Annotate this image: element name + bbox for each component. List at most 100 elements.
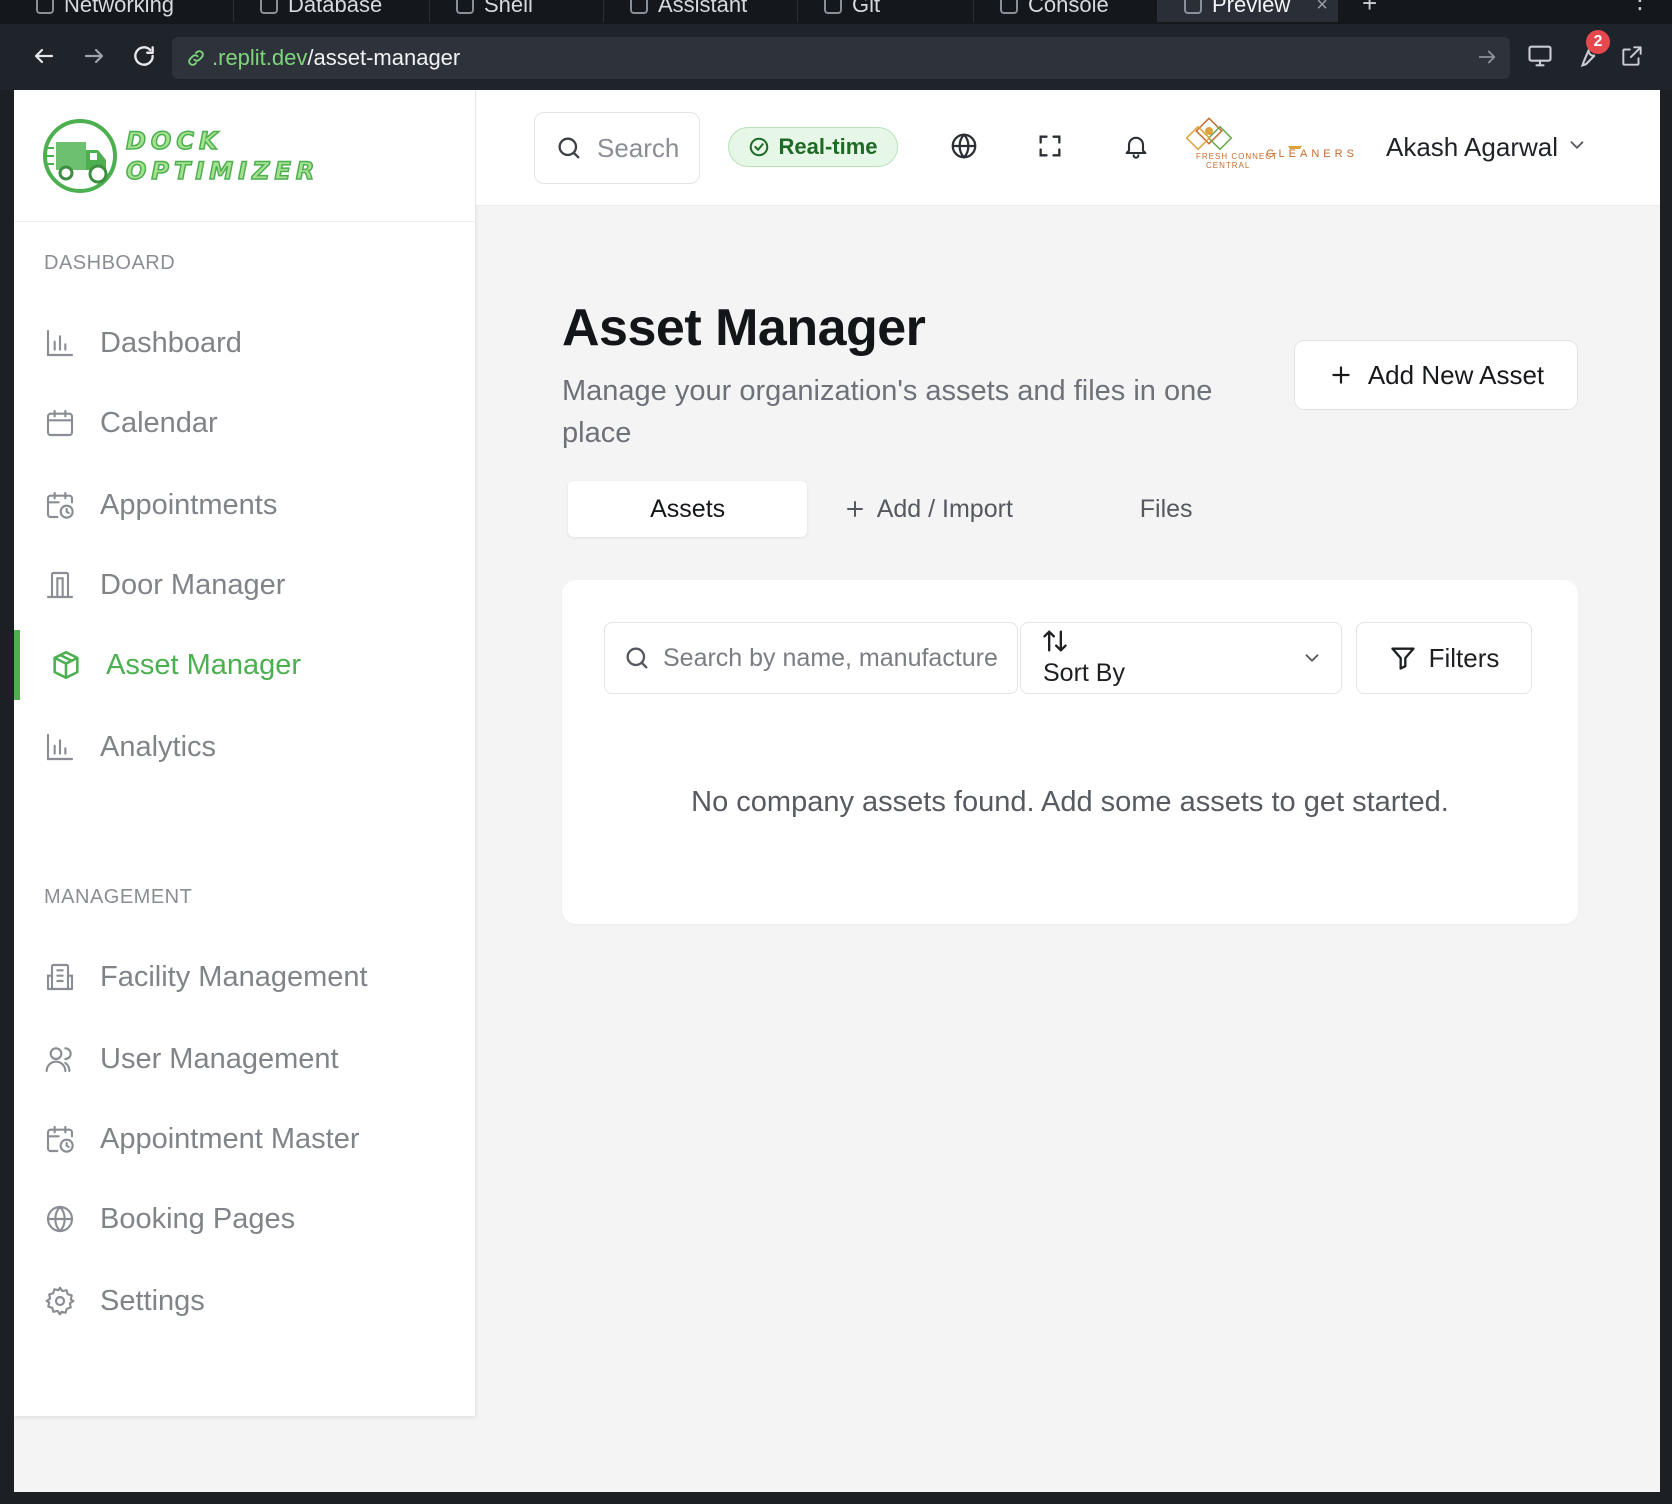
page-subtitle: Manage your organization's assets and fi… — [562, 375, 1213, 449]
sidebar-item-booking-pages[interactable]: Booking Pages — [14, 1184, 476, 1254]
reload-button[interactable] — [126, 38, 162, 74]
sort-by-select[interactable]: Sort By — [1020, 622, 1342, 694]
client-logo-line2: CENTRAL — [1206, 161, 1251, 170]
asset-search-input[interactable] — [663, 643, 999, 673]
sidebar-item-settings[interactable]: Settings — [14, 1266, 476, 1336]
tab-files-label: Files — [1139, 494, 1193, 523]
tab-assistant[interactable]: Assistant — [604, 0, 798, 22]
tab-assets-label: Assets — [650, 494, 726, 523]
console-icon — [1000, 0, 1018, 14]
calendar-clock-icon — [42, 487, 78, 523]
truck-logo-icon — [43, 119, 117, 193]
external-link-icon — [1622, 46, 1642, 66]
tab-database[interactable]: Database — [234, 0, 430, 22]
git-icon — [824, 0, 842, 14]
tab-label: Assistant — [658, 0, 748, 17]
devtools-button[interactable]: 2 — [1568, 30, 1610, 74]
chevron-down-icon[interactable] — [1566, 134, 1588, 156]
tab-preview[interactable]: Preview × — [1158, 0, 1338, 22]
realtime-label: Real-time — [778, 134, 878, 159]
asset-tabs: Assets Add / Import Files — [562, 476, 1284, 542]
arrow-right-icon — [84, 48, 104, 64]
tab-console[interactable]: Console — [974, 0, 1158, 22]
filters-button[interactable]: Filters — [1356, 622, 1532, 694]
new-tab-button[interactable]: + — [1362, 0, 1377, 19]
go-arrow-icon[interactable] — [1476, 46, 1498, 68]
sidebar-item-label: Appointment Master — [100, 1122, 360, 1155]
shell-icon — [456, 0, 474, 14]
close-icon[interactable]: × — [1316, 0, 1328, 17]
bar-chart-icon — [42, 729, 78, 765]
sidebar-item-label: Asset Manager — [106, 648, 302, 681]
search-icon — [626, 647, 648, 669]
sort-by-label: Sort By — [1043, 659, 1125, 687]
plus-icon — [846, 501, 863, 517]
header-search[interactable]: Search — [534, 112, 700, 184]
devices-button[interactable] — [1522, 38, 1558, 74]
reload-icon — [134, 46, 154, 66]
forward-button[interactable] — [76, 38, 112, 74]
sidebar-item-dashboard[interactable]: Dashboard — [14, 308, 476, 378]
section-management: MANAGEMENT — [44, 886, 193, 908]
sidebar-item-asset-manager[interactable]: Asset Manager — [14, 630, 476, 700]
boxes-icon — [48, 647, 84, 683]
sidebar-item-label: Facility Management — [100, 960, 368, 993]
chevron-down-icon — [1305, 654, 1319, 662]
add-new-asset-label: Add New Asset — [1367, 359, 1545, 390]
url-path: /asset-manager — [307, 45, 461, 70]
sidebar-item-appointments[interactable]: Appointments — [14, 470, 476, 540]
tab-shell[interactable]: Shell — [430, 0, 604, 22]
address-bar[interactable]: .replit.dev/asset-manager — [172, 37, 1510, 79]
sidebar-item-analytics[interactable]: Analytics — [14, 712, 476, 782]
sidebar-item-label: Dashboard — [100, 326, 242, 359]
monitor-icon — [36, 0, 54, 14]
sidebar-item-user-management[interactable]: User Management — [14, 1024, 476, 1094]
notifications-button[interactable] — [1118, 128, 1154, 164]
bell-icon — [1125, 136, 1147, 159]
sidebar-item-facility-management[interactable]: Facility Management — [14, 942, 476, 1012]
sidebar-item-appointment-master[interactable]: Appointment Master — [14, 1104, 476, 1174]
open-external-button[interactable] — [1614, 38, 1650, 74]
monitor-icon — [1528, 45, 1552, 67]
database-icon — [260, 0, 278, 14]
sidebar-item-label: Analytics — [100, 730, 217, 763]
sidebar-item-label: Booking Pages — [100, 1202, 296, 1235]
brand-name-line2: OPTIMIZER — [125, 156, 320, 186]
tab-assets[interactable]: Assets — [568, 481, 808, 537]
section-dashboard: DASHBOARD — [44, 252, 176, 274]
search-icon — [558, 137, 580, 159]
fullscreen-button[interactable] — [1032, 128, 1068, 164]
language-button[interactable] — [946, 128, 982, 164]
tab-add-import[interactable]: Add / Import — [807, 481, 1048, 537]
assistant-icon — [630, 0, 648, 14]
brand-logo[interactable]: DOCK OPTIMIZER — [14, 90, 476, 222]
empty-state-message: No company assets found. Add some assets… — [691, 786, 1449, 818]
realtime-status-badge[interactable]: Real-time — [728, 127, 898, 167]
notification-badge: 2 — [1586, 30, 1610, 54]
sidebar-item-door-manager[interactable]: Door Manager — [14, 550, 476, 620]
tab-files[interactable]: Files — [1048, 481, 1284, 537]
tab-label: Console — [1028, 0, 1109, 17]
tab-label: Database — [288, 0, 383, 17]
sidebar-item-calendar[interactable]: Calendar — [14, 388, 476, 458]
tab-add-import-label: Add / Import — [876, 494, 1013, 523]
calendar-clock-icon — [42, 1121, 78, 1157]
brand-name-line1: DOCK — [125, 126, 223, 156]
tab-label: Git — [852, 0, 881, 17]
tab-git[interactable]: Git — [798, 0, 974, 22]
door-icon — [42, 567, 78, 603]
link-icon — [188, 50, 204, 66]
more-icon[interactable]: ⋮ — [1628, 0, 1652, 15]
asset-search-field[interactable] — [604, 622, 1018, 694]
tab-networking[interactable]: Networking — [10, 0, 234, 22]
add-new-asset-button[interactable]: Add New Asset — [1294, 340, 1578, 410]
users-icon — [42, 1041, 78, 1077]
filter-icon — [1390, 647, 1415, 670]
plus-icon — [1332, 366, 1350, 384]
tab-label: Shell — [484, 0, 533, 17]
user-menu-name[interactable]: Akash Agarwal — [1386, 132, 1558, 163]
back-button[interactable] — [26, 38, 62, 74]
assets-card: Sort By Filters No company assets found.… — [562, 580, 1578, 924]
url-host: .replit.dev — [212, 45, 308, 70]
tab-label: Networking — [64, 0, 175, 17]
